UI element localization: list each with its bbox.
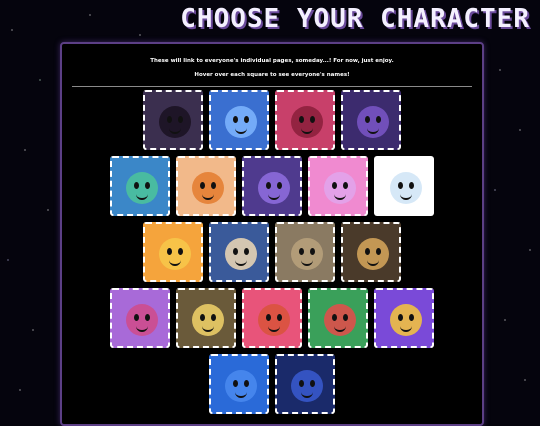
character-tile[interactable] <box>341 222 401 282</box>
eye <box>365 248 370 255</box>
character-panel: These will link to everyone's individual… <box>60 42 484 426</box>
eye <box>376 116 381 123</box>
character-grid <box>62 90 482 420</box>
character-row <box>62 354 482 414</box>
character-tile[interactable] <box>110 156 170 216</box>
eye <box>244 248 249 255</box>
eye <box>145 314 150 321</box>
eye <box>266 182 271 189</box>
eye <box>167 248 172 255</box>
eye <box>299 116 304 123</box>
character-tile[interactable] <box>176 288 236 348</box>
eye <box>365 116 370 123</box>
eye <box>134 314 139 321</box>
eye <box>310 380 315 387</box>
character-tile[interactable] <box>176 156 236 216</box>
eye <box>376 248 381 255</box>
eye <box>299 380 304 387</box>
eye <box>332 182 337 189</box>
character-tile[interactable] <box>242 156 302 216</box>
eye <box>277 182 282 189</box>
character-tile[interactable] <box>143 90 203 150</box>
eye <box>200 182 205 189</box>
character-tile[interactable] <box>275 90 335 150</box>
character-tile[interactable] <box>110 288 170 348</box>
character-row <box>62 90 482 150</box>
eye <box>134 182 139 189</box>
eye <box>343 182 348 189</box>
eye <box>398 182 403 189</box>
character-tile[interactable] <box>143 222 203 282</box>
intro-line-1: These will link to everyone's individual… <box>150 58 394 64</box>
intro-line-2: Hover over each square to see everyone's… <box>194 72 350 78</box>
eye <box>244 116 249 123</box>
eye <box>233 248 238 255</box>
eye <box>409 314 414 321</box>
character-tile[interactable] <box>209 354 269 414</box>
character-tile[interactable] <box>275 354 335 414</box>
divider <box>72 86 472 87</box>
character-tile[interactable] <box>275 222 335 282</box>
character-row <box>62 156 482 216</box>
character-row <box>62 222 482 282</box>
eye <box>200 314 205 321</box>
eye <box>244 380 249 387</box>
character-tile[interactable] <box>242 288 302 348</box>
eye <box>211 314 216 321</box>
eye <box>409 182 414 189</box>
eye <box>233 116 238 123</box>
eye <box>332 314 337 321</box>
page-title: CHOOSE YOUR CHARACTER <box>180 4 530 34</box>
character-row <box>62 288 482 348</box>
eye <box>178 248 183 255</box>
character-tile[interactable] <box>374 156 434 216</box>
eye <box>299 248 304 255</box>
eye <box>398 314 403 321</box>
character-tile[interactable] <box>341 90 401 150</box>
eye <box>178 116 183 123</box>
character-tile[interactable] <box>308 156 368 216</box>
eye <box>266 314 271 321</box>
eye <box>233 380 238 387</box>
character-tile[interactable] <box>209 222 269 282</box>
intro-text: These will link to everyone's individual… <box>62 58 482 78</box>
eye <box>310 248 315 255</box>
eye <box>277 314 282 321</box>
character-tile[interactable] <box>308 288 368 348</box>
character-tile[interactable] <box>374 288 434 348</box>
eye <box>310 116 315 123</box>
eye <box>145 182 150 189</box>
eye <box>211 182 216 189</box>
character-tile[interactable] <box>209 90 269 150</box>
eye <box>343 314 348 321</box>
eye <box>167 116 172 123</box>
